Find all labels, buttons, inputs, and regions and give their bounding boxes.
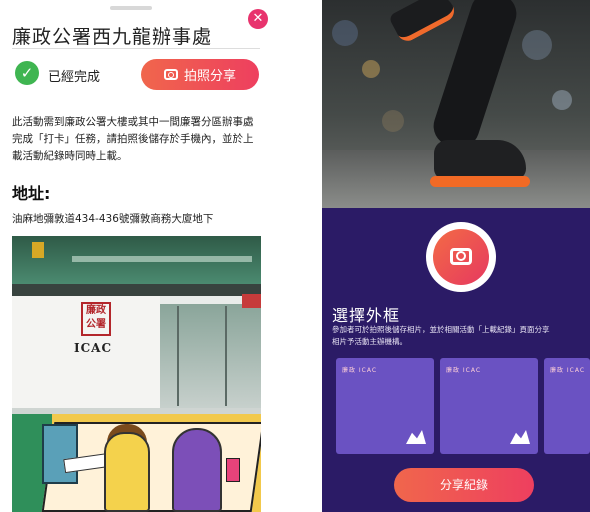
card-logo: 廉政 ICAC <box>342 367 378 374</box>
camera-icon <box>163 69 178 80</box>
card-logo: 廉政 ICAC <box>550 367 586 374</box>
card-logo: 廉政 ICAC <box>446 367 482 374</box>
icac-logo-text: ICAC <box>74 341 113 355</box>
frame-card[interactable]: 廉政 ICAC <box>544 358 590 454</box>
close-icon: ✕ <box>252 11 264 26</box>
frame-section-title: 選擇外框 <box>332 306 401 325</box>
drag-handle[interactable] <box>110 6 152 10</box>
frame-card[interactable]: 廉政 ICAC <box>440 358 538 454</box>
frame-card[interactable]: 廉政 ICAC <box>336 358 434 454</box>
camera-lens-icon <box>456 251 466 261</box>
address-heading: 地址: <box>12 184 51 203</box>
runner-photo <box>322 0 590 208</box>
close-button[interactable]: ✕ <box>248 9 268 29</box>
checkmark-icon: ✓ <box>15 61 39 85</box>
frame-card-list: 廉政 ICAC 廉政 ICAC 廉政 ICAC <box>336 358 590 456</box>
share-record-button[interactable]: 分享紀錄 <box>394 468 534 502</box>
office-photo: 廉政公署 ICAC <box>12 236 261 512</box>
frame-section-description: 參加者可於拍照後儲存相片，並於相關活動「上載紀錄」頁面分享 相片予活動主辦機構。 <box>332 325 550 346</box>
card-illustration <box>510 430 530 444</box>
page-title: 廉政公署西九龍辦事處 <box>12 26 213 48</box>
photo-share-button[interactable]: 拍照分享 <box>141 59 259 90</box>
photo-share-label: 拍照分享 <box>183 69 236 84</box>
activity-description: 此活動需到廉政公署大樓或其中一間廉署分區辦事處完成「打卡」任務，請拍照後儲存於手… <box>12 116 254 162</box>
title-divider <box>12 48 260 49</box>
icac-seal: 廉政公署 <box>81 302 111 336</box>
status-label: 已經完成 <box>48 70 101 85</box>
card-illustration <box>406 430 426 444</box>
comic-illustration <box>12 414 261 512</box>
address-text: 油麻地彌敦道434-436號彌敦商務大廈地下 <box>12 213 214 225</box>
activity-detail-panel: ✕ 廉政公署西九龍辦事處 ✓ 已經完成 拍照分享 此活動需到廉政公署大樓或其中一… <box>0 0 270 512</box>
